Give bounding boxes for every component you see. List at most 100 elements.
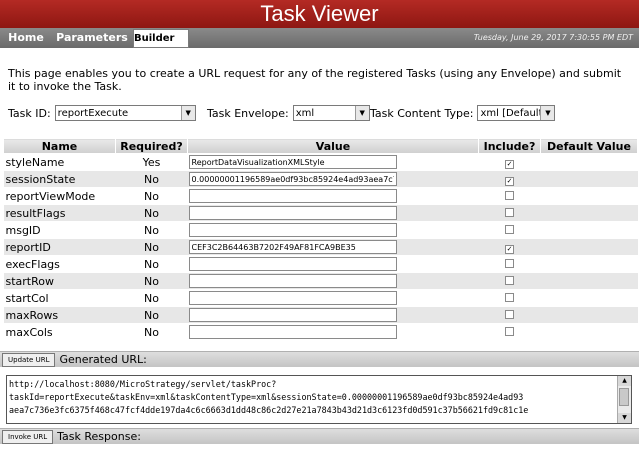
param-name: execFlags <box>3 255 116 273</box>
param-value-cell <box>187 187 479 205</box>
include-checkbox[interactable]: ✓ <box>505 159 514 169</box>
chevron-down-icon: ▼ <box>354 106 369 120</box>
invoke-url-button[interactable]: Invoke URL <box>2 429 54 444</box>
param-name: styleName <box>3 153 116 171</box>
param-default-value <box>540 221 638 239</box>
include-checkbox[interactable] <box>505 275 514 285</box>
task-id-value: reportExecute <box>57 107 129 119</box>
table-row: styleNameYes ✓ <box>3 153 638 171</box>
param-value-cell <box>187 306 479 324</box>
task-id-select[interactable]: reportExecute ▼ <box>54 105 196 121</box>
param-name: resultFlags <box>3 204 116 222</box>
include-checkbox[interactable] <box>505 190 514 200</box>
update-url-button[interactable]: Update URL <box>2 352 56 367</box>
param-value-input[interactable] <box>188 240 397 255</box>
chevron-down-icon: ▼ <box>540 106 555 120</box>
table-header-row: Name Required? Value Include? Default Va… <box>3 138 638 154</box>
task-id-label: Task ID: <box>8 106 51 120</box>
param-default-value <box>540 187 638 205</box>
generated-url-text: http://localhost:8080/MicroStrategy/serv… <box>9 379 529 415</box>
param-value-cell <box>187 255 479 273</box>
intro-text: This page enables you to create a URL re… <box>8 67 622 93</box>
param-required: No <box>115 187 188 205</box>
include-checkbox[interactable] <box>505 309 514 319</box>
generated-url-textarea[interactable]: http://localhost:8080/MicroStrategy/serv… <box>6 375 632 424</box>
scroll-down-icon[interactable]: ▼ <box>618 413 631 423</box>
param-name: startCol <box>3 289 116 307</box>
param-include-cell: ✓ <box>478 153 541 171</box>
param-value-cell <box>187 170 479 188</box>
app-title: Task Viewer <box>0 0 639 28</box>
param-include-cell <box>478 323 541 341</box>
param-required: No <box>115 170 188 188</box>
param-value-cell <box>187 289 479 307</box>
param-value-input[interactable] <box>188 308 397 323</box>
param-required: No <box>115 289 188 307</box>
param-default-value <box>540 323 638 341</box>
nav-bar: Home Parameters Builder Tuesday, June 29… <box>0 28 639 48</box>
current-date: Tuesday, June 29, 2017 7:30:55 PM EDT <box>473 33 633 42</box>
header-include: Include? <box>478 138 541 154</box>
header-name: Name <box>3 138 116 154</box>
param-value-input[interactable] <box>188 172 397 187</box>
table-row: startRow No <box>3 272 638 290</box>
header-default-value: Default Value <box>540 138 638 154</box>
scroll-up-icon[interactable]: ▲ <box>618 376 631 386</box>
param-value-input[interactable] <box>188 189 397 204</box>
param-required: No <box>115 221 188 239</box>
envelope-group: Task Envelope: xml ▼ <box>207 104 370 122</box>
include-checkbox[interactable]: ✓ <box>505 244 514 254</box>
param-default-value <box>540 204 638 222</box>
content-type-label: Task Content Type: <box>370 106 474 120</box>
param-value-input[interactable] <box>188 206 397 221</box>
chevron-down-icon: ▼ <box>180 106 195 120</box>
param-default-value <box>540 255 638 273</box>
param-value-input[interactable] <box>188 223 397 238</box>
param-include-cell: ✓ <box>478 238 541 256</box>
include-checkbox[interactable] <box>505 258 514 268</box>
table-row: execFlags No <box>3 255 638 273</box>
param-include-cell <box>478 306 541 324</box>
tab-parameters[interactable]: Parameters <box>52 28 132 48</box>
include-checkbox[interactable] <box>505 326 514 336</box>
param-include-cell <box>478 221 541 239</box>
envelope-value: xml <box>295 107 315 119</box>
param-name: maxRows <box>3 306 116 324</box>
envelope-label: Task Envelope: <box>207 106 289 120</box>
parameters-table: Name Required? Value Include? Default Va… <box>3 138 638 341</box>
table-row: reportIDNo ✓ <box>3 238 638 256</box>
include-checkbox[interactable] <box>505 292 514 302</box>
task-id-group: Task ID: reportExecute ▼ <box>8 104 196 122</box>
generated-url-label: Generated URL: <box>59 353 147 366</box>
param-name: msgID <box>3 221 116 239</box>
task-response-label: Task Response: <box>57 430 141 443</box>
param-value-input[interactable] <box>188 274 397 289</box>
envelope-select[interactable]: xml ▼ <box>292 105 370 121</box>
param-include-cell <box>478 204 541 222</box>
tab-home[interactable]: Home <box>0 28 52 48</box>
param-value-input[interactable] <box>188 325 397 340</box>
include-checkbox[interactable] <box>505 224 514 234</box>
tab-builder[interactable]: Builder <box>133 29 189 48</box>
header-value: Value <box>187 138 479 154</box>
table-row: resultFlags No <box>3 204 638 222</box>
content-type-select[interactable]: xml [Default] ▼ <box>477 105 556 121</box>
url-scrollbar[interactable]: ▲ ▼ <box>617 376 631 423</box>
param-default-value <box>540 153 638 171</box>
param-required: No <box>115 238 188 256</box>
include-checkbox[interactable]: ✓ <box>505 176 514 186</box>
table-row: reportViewMode No <box>3 187 638 205</box>
param-default-value <box>540 272 638 290</box>
include-checkbox[interactable] <box>505 207 514 217</box>
param-value-cell <box>187 204 479 222</box>
param-value-input[interactable] <box>188 155 397 170</box>
param-name: sessionState <box>3 170 116 188</box>
param-value-input[interactable] <box>188 257 397 272</box>
param-value-cell <box>187 272 479 290</box>
param-include-cell <box>478 187 541 205</box>
param-include-cell <box>478 255 541 273</box>
scroll-thumb[interactable] <box>619 388 629 406</box>
param-value-input[interactable] <box>188 291 397 306</box>
param-name: startRow <box>3 272 116 290</box>
generated-url-bar: Update URL Generated URL: <box>0 351 639 367</box>
